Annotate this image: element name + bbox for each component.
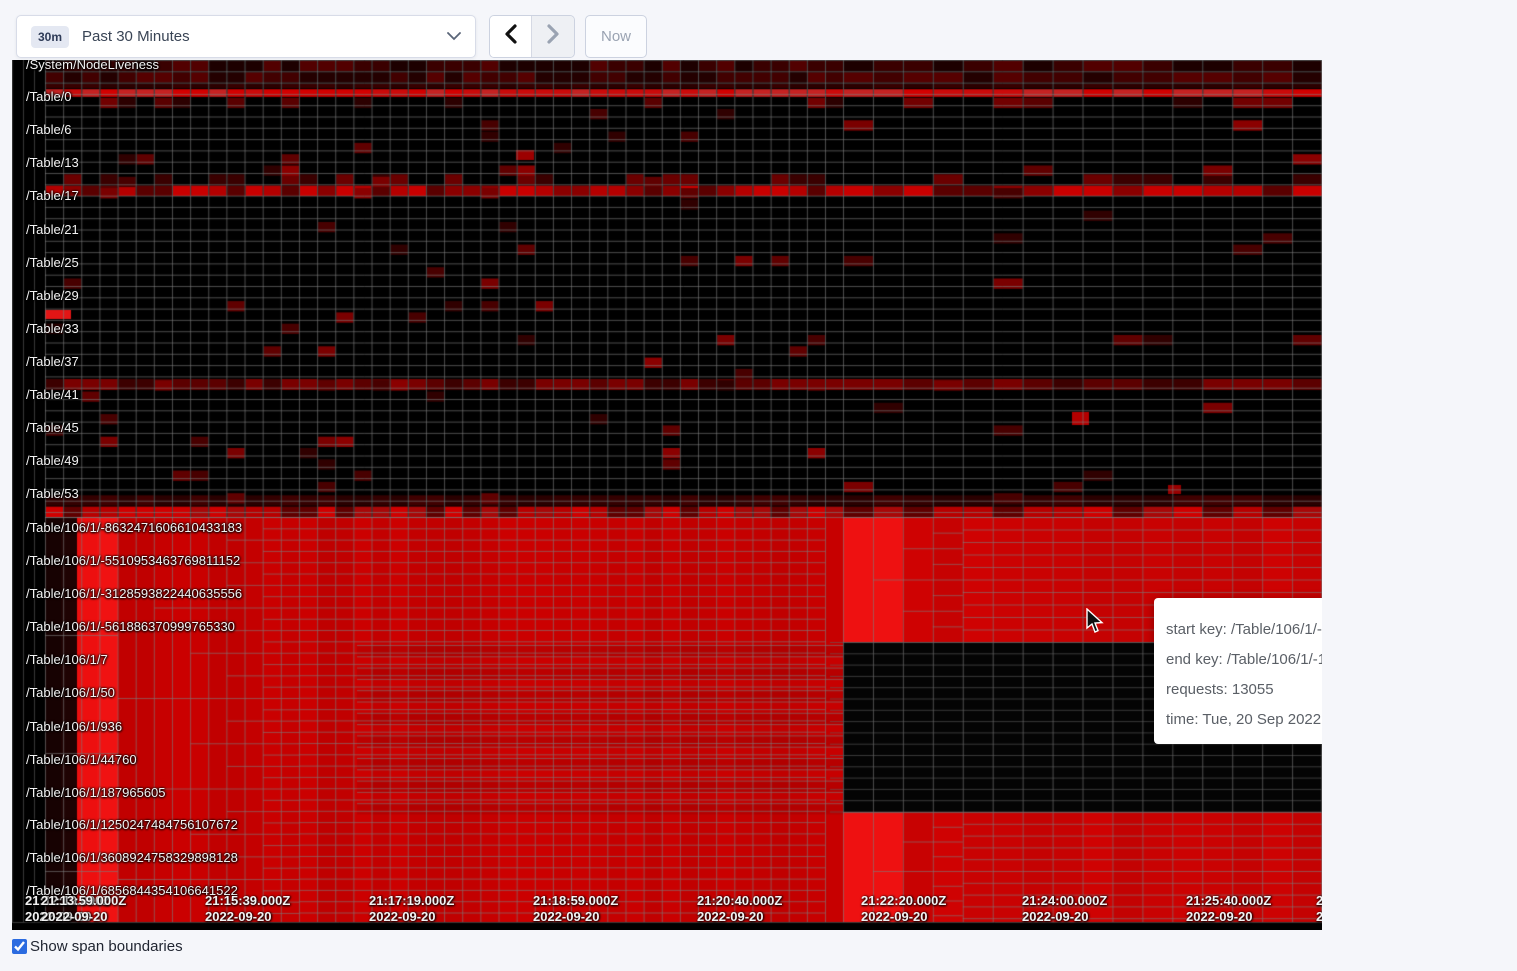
time-range-badge: 30m xyxy=(31,26,69,48)
show-span-boundaries-checkbox[interactable] xyxy=(12,939,27,954)
time-nav-group xyxy=(489,15,575,58)
time-range-select[interactable]: 30m Past 30 Minutes xyxy=(16,15,476,58)
chevron-right-icon xyxy=(547,24,560,49)
time-range-label: Past 30 Minutes xyxy=(82,28,190,45)
toolbar: 30m Past 30 Minutes Now xyxy=(0,0,1517,60)
tooltip-time: time: Tue, 20 Sep 2022 21:24:40 GMT xyxy=(1166,711,1322,728)
key-visualizer-heatmap[interactable]: /System/NodeLiveness/Table/0/Table/6/Tab… xyxy=(12,60,1322,930)
tooltip-start-key: start key: /Table/106/1/-247433150824388… xyxy=(1166,621,1322,638)
footer: Show span boundaries xyxy=(12,938,183,955)
cell-tooltip: start key: /Table/106/1/-247433150824388… xyxy=(1154,598,1322,744)
chevron-down-icon xyxy=(447,28,461,46)
now-button[interactable]: Now xyxy=(585,15,647,58)
forward-button[interactable] xyxy=(532,16,574,57)
tooltip-requests: requests: 13055 xyxy=(1166,681,1322,698)
chevron-left-icon xyxy=(504,24,517,49)
show-span-boundaries-label: Show span boundaries xyxy=(30,938,183,955)
heatmap-canvas[interactable] xyxy=(12,60,1322,930)
tooltip-end-key: end key: /Table/106/1/-18683814745282642… xyxy=(1166,651,1322,668)
back-button[interactable] xyxy=(490,16,532,57)
